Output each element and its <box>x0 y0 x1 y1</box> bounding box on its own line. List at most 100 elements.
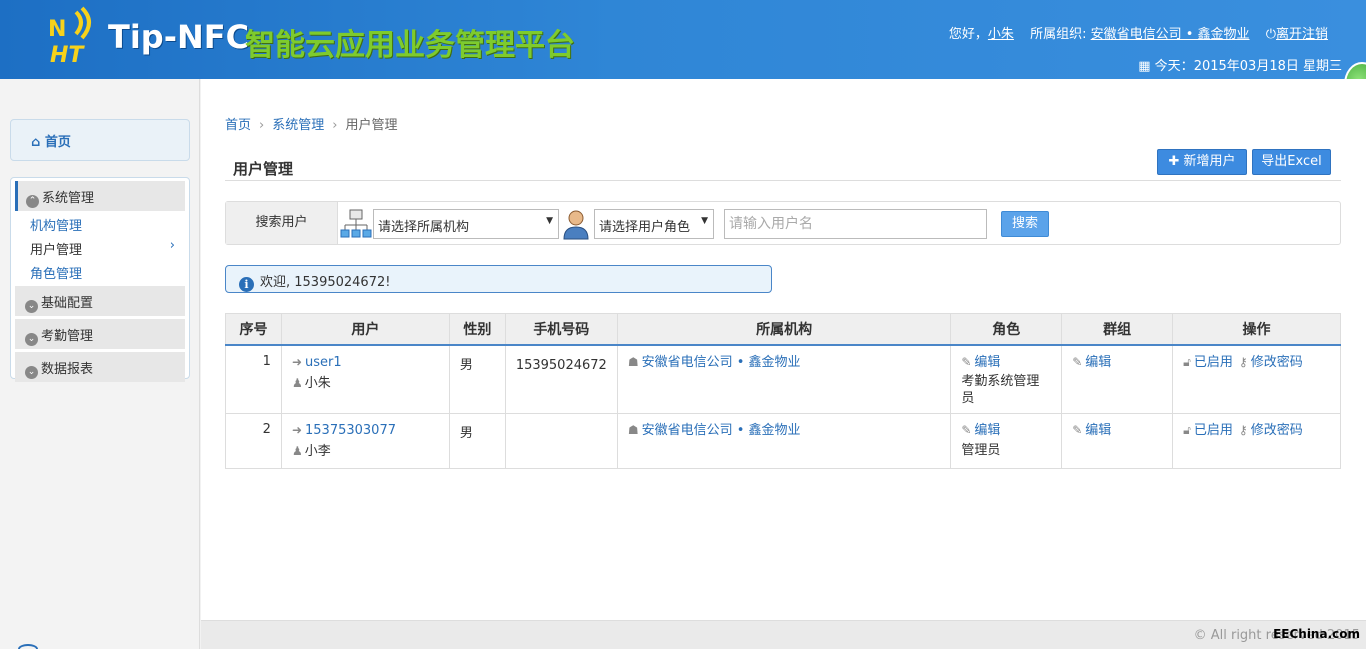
user-real-name: 小朱 <box>304 375 331 391</box>
sidebar-group-reports[interactable]: ⌄ 数据报表 <box>15 352 185 382</box>
main-content: 首页 › 系统管理 › 用户管理 用户管理 ✚ 新增用户 导出Excel 搜索用户 请选… <box>201 79 1366 620</box>
alert-text: 欢迎, 15395024672! <box>260 275 391 290</box>
user-role-icon <box>563 210 589 240</box>
nfc-logo-icon: N HT <box>48 6 91 66</box>
role-select[interactable]: 请选择用户角色 ▼ <box>594 209 714 239</box>
cell-user: ➜ 15375303077 ♟ 小李 <box>280 412 450 469</box>
breadcrumb: 首页 › 系统管理 › 用户管理 <box>225 118 398 133</box>
col-header-group: 群组 <box>1061 313 1174 346</box>
breadcrumb-system[interactable]: 系统管理 <box>272 118 324 133</box>
col-header-actions: 操作 <box>1172 313 1341 346</box>
cell-role: ✎ 编辑 管理员 <box>950 412 1063 469</box>
role-name: 考勤系统管理员 <box>961 373 1040 406</box>
org-link[interactable]: 安徽省电信公司 • 鑫金物业 <box>642 423 801 438</box>
sign-in-icon: ➜ <box>291 354 303 369</box>
chevron-right-icon: › <box>169 238 175 253</box>
cell-gender: 男 <box>448 412 506 469</box>
today-value: 2015年03月18日 星期三 <box>1193 59 1342 74</box>
logout-link[interactable]: 离开注销 <box>1276 27 1328 42</box>
cell-phone: 15395024672 <box>504 344 618 414</box>
status-toggle-link[interactable]: 已启用 <box>1194 355 1233 370</box>
col-header-user: 用户 <box>280 313 450 346</box>
edit-icon: ✎ <box>961 354 972 369</box>
status-toggle-link[interactable]: 已启用 <box>1194 423 1233 438</box>
table-row: 2 ➜ 15375303077 ♟ 小李 男 ☗ 安徽省电信公司 • 鑫金物业 ✎ 编辑… <box>225 412 1341 469</box>
export-excel-button[interactable]: 导出Excel <box>1252 149 1331 175</box>
sidebar-group-basic[interactable]: ⌄ 基础配置 <box>15 286 185 316</box>
svg-text:N: N <box>48 17 66 42</box>
table-row: 1 ➜ user1 ♟ 小朱 男 15395024672 ☗ 安徽省电信公司 • 鑫金… <box>225 344 1341 414</box>
greeting: 您好， <box>948 27 988 42</box>
breadcrumb-current: 用户管理 <box>345 118 398 133</box>
person-icon: ♟ <box>291 375 303 390</box>
watermark: EEChina.com <box>1273 627 1360 641</box>
users-table: 序号 用户 性别 手机号码 所属机构 角色 群组 操作 1 ➜ user1 ♟ 小朱… <box>225 313 1341 469</box>
person-icon: ♟ <box>291 443 303 458</box>
unlock-icon: 🔓︎ <box>1183 354 1191 369</box>
cell-gender: 男 <box>448 344 506 414</box>
svg-text:HT: HT <box>50 43 85 66</box>
col-header-no: 序号 <box>225 313 282 346</box>
edit-icon: ✎ <box>1072 354 1083 369</box>
sitemap-icon: ☗ <box>627 422 639 437</box>
sidebar-group-attendance[interactable]: ⌄ 考勤管理 <box>15 319 185 349</box>
cell-phone <box>504 412 618 469</box>
org-name-link[interactable]: 安徽省电信公司 • 鑫金物业 <box>1091 27 1250 42</box>
edit-role-link[interactable]: 编辑 <box>974 423 1000 438</box>
edit-group-link[interactable]: 编辑 <box>1085 423 1111 438</box>
col-header-phone: 手机号码 <box>504 313 618 346</box>
edit-group-link[interactable]: 编辑 <box>1085 355 1111 370</box>
sidebar-home-label: 首页 <box>44 135 71 150</box>
sidebar-group-system[interactable]: ⌃ 系统管理 <box>15 181 185 211</box>
date-bar: ▦ 今天：2015年03月18日 星期三 <box>1138 55 1342 74</box>
col-header-org: 所属机构 <box>616 313 952 346</box>
cell-group: ✎ 编辑 <box>1061 412 1174 469</box>
search-label: 搜索用户 <box>226 202 338 244</box>
info-icon: i <box>239 277 254 292</box>
sitemap-icon: ☗ <box>627 354 639 369</box>
sidebar-item-roles[interactable]: 角色管理 <box>11 259 189 283</box>
edit-role-link[interactable]: 编辑 <box>974 355 1000 370</box>
power-icon: ⏻ <box>1265 27 1276 42</box>
plus-icon: ✚ <box>1168 154 1180 169</box>
cell-no: 1 <box>225 344 282 414</box>
key-icon: ⚷ <box>1238 354 1248 369</box>
username-input[interactable] <box>724 209 987 239</box>
user-account-link[interactable]: user1 <box>305 355 342 370</box>
org-link[interactable]: 安徽省电信公司 • 鑫金物业 <box>642 355 801 370</box>
org-select[interactable]: 请选择所属机构 ▼ <box>373 209 559 239</box>
user-real-name: 小李 <box>304 443 331 459</box>
chevron-down-icon: ⌄ <box>25 333 38 346</box>
sidebar-menu: ⌃ 系统管理 机构管理 用户管理 › 角色管理 ⌄ 基础配置 ⌄ 考勤管理 ⌄ 数据报表 <box>10 177 190 382</box>
role-name: 管理员 <box>961 442 1001 458</box>
org-tree-icon <box>340 209 372 238</box>
table-header-row: 序号 用户 性别 手机号码 所属机构 角色 群组 操作 <box>225 313 1341 346</box>
sidebar-item-org[interactable]: 机构管理 <box>11 211 189 235</box>
breadcrumb-home[interactable]: 首页 <box>225 118 251 133</box>
change-password-link[interactable]: 修改密码 <box>1251 355 1303 370</box>
col-header-gender: 性别 <box>448 313 506 346</box>
sidebar-home[interactable]: ⌂ 首页 <box>10 119 190 161</box>
today-label: 今天： <box>1154 59 1194 74</box>
cell-user: ➜ user1 ♟ 小朱 <box>280 344 450 414</box>
unlock-icon: 🔓︎ <box>1183 422 1191 437</box>
user-name-link[interactable]: 小朱 <box>988 27 1014 42</box>
change-password-link[interactable]: 修改密码 <box>1251 423 1303 438</box>
partial-icon <box>18 644 38 649</box>
user-account-link[interactable]: 15375303077 <box>305 423 396 438</box>
cell-actions: 🔓︎ 已启用 ⚷ 修改密码 <box>1172 344 1341 414</box>
chevron-up-icon: ⌃ <box>26 195 39 208</box>
user-bar: 您好，小朱 所属组织: 安徽省电信公司 • 鑫金物业 ⏻离开注销 <box>949 23 1328 42</box>
chevron-down-icon: ⌄ <box>25 300 38 313</box>
cell-org: ☗ 安徽省电信公司 • 鑫金物业 <box>616 412 952 469</box>
add-user-button[interactable]: ✚ 新增用户 <box>1157 149 1247 175</box>
sidebar-item-users[interactable]: 用户管理 › <box>11 235 189 259</box>
search-button[interactable]: 搜索 <box>1001 211 1049 237</box>
cell-no: 2 <box>225 412 282 469</box>
logo-text-en: Tip-NFC <box>108 18 250 56</box>
dropdown-arrow-icon: ▼ <box>701 216 708 226</box>
app-header: N HT Tip-NFC 智能云应用业务管理平台 您好，小朱 所属组织: 安徽省… <box>0 0 1366 106</box>
search-panel: 搜索用户 请选择所属机构▼ 请选择用户角色▼ 搜索 <box>225 201 1341 245</box>
sign-in-icon: ➜ <box>291 422 303 437</box>
edit-icon: ✎ <box>961 422 972 437</box>
